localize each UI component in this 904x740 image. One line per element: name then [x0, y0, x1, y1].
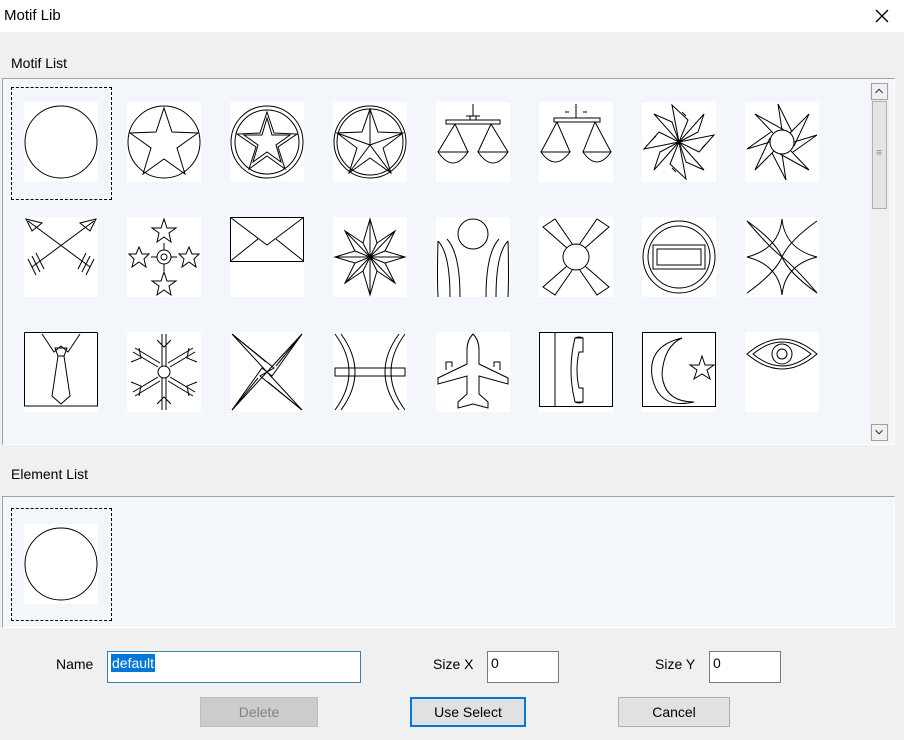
element-list-label: Element List [11, 466, 89, 482]
pinwheel-icon [642, 103, 716, 181]
envelope-icon [230, 217, 304, 262]
star-cluster-icon [127, 217, 201, 297]
name-label: Name [56, 656, 94, 672]
title-bar: Motif Lib [0, 0, 904, 32]
eye-icon [746, 338, 818, 370]
motif-list-label: Motif List [11, 55, 68, 71]
motif-item-crescent-star[interactable] [642, 332, 716, 412]
motif-item-star-in-double-circle[interactable] [230, 102, 304, 182]
motif-item-figure-arches[interactable] [436, 217, 510, 297]
motif-item-pisces[interactable] [333, 332, 407, 412]
size-x-value: 0 [491, 655, 499, 671]
figure-arches-icon [437, 218, 509, 297]
delete-button[interactable]: Delete [200, 697, 318, 727]
circle-icon [24, 527, 98, 601]
scroll-up-arrow[interactable] [871, 83, 888, 100]
chevron-down-icon [875, 429, 883, 435]
star-in-circle-icon [127, 105, 201, 179]
rounded-frame-icon [642, 220, 716, 294]
motif-item-scales-simple[interactable] [539, 102, 613, 182]
motif-item-compass-star[interactable] [333, 217, 407, 297]
motif-item-airplane[interactable] [436, 332, 510, 412]
size-y-label: Size Y [655, 656, 696, 672]
motif-item-star-cluster[interactable] [127, 217, 201, 297]
motif-item-crossed-arrows[interactable] [24, 217, 98, 297]
pisces-icon [334, 333, 406, 411]
motif-item-pinwheel-star[interactable] [230, 332, 304, 412]
name-value: default [111, 654, 156, 672]
motif-item-necktie[interactable] [24, 332, 98, 412]
motif-item-sun-kites[interactable] [539, 217, 613, 297]
window-title: Motif Lib [4, 7, 61, 24]
telephone-icon [539, 332, 613, 407]
motif-item-faceted-star-in-circle[interactable] [333, 102, 407, 182]
motif-item-scales[interactable] [436, 102, 510, 182]
motif-item-sun-star[interactable] [745, 102, 819, 182]
element-item-circle[interactable] [24, 524, 98, 604]
cancel-button[interactable]: Cancel [618, 697, 730, 727]
size-y-field[interactable]: 0 [709, 651, 781, 683]
crossed-arrows-icon [25, 218, 97, 276]
crescent-star-icon [642, 332, 716, 407]
sun-kites-icon [542, 218, 610, 296]
snowflake-icon [130, 334, 198, 410]
scales-simple-icon [540, 104, 612, 163]
motif-item-rounded-frame[interactable] [642, 217, 716, 297]
motif-item-star-in-circle[interactable] [127, 102, 201, 182]
compass-star-icon [333, 217, 407, 297]
motif-item-envelope[interactable] [230, 217, 304, 297]
pinwheel-star-icon [231, 333, 303, 411]
circle-icon [24, 105, 98, 179]
scroll-thumb[interactable] [872, 101, 887, 209]
name-field[interactable]: default [107, 651, 361, 683]
motif-item-four-point-cross[interactable] [745, 217, 819, 297]
motif-item-snowflake[interactable] [127, 332, 201, 412]
use-select-button[interactable]: Use Select [410, 697, 526, 727]
element-list-panel [2, 496, 895, 628]
motif-item-pinwheel[interactable] [642, 102, 716, 182]
motif-item-eye[interactable] [745, 332, 819, 412]
motif-item-telephone[interactable] [539, 332, 613, 412]
star-in-double-circle-icon [230, 105, 304, 179]
close-icon[interactable] [870, 4, 894, 28]
airplane-icon [437, 333, 509, 409]
motif-list-scrollbar[interactable] [870, 83, 889, 442]
four-point-cross-icon [746, 218, 818, 296]
scroll-down-arrow[interactable] [871, 424, 888, 441]
size-y-value: 0 [713, 655, 721, 671]
chevron-up-icon [875, 88, 883, 94]
motif-item-circle[interactable] [24, 102, 98, 182]
size-x-field[interactable]: 0 [487, 651, 559, 683]
faceted-star-in-circle-icon [333, 105, 407, 179]
sun-star-icon [746, 103, 818, 181]
grip-icon [876, 150, 882, 155]
necktie-icon [24, 332, 98, 407]
scales-icon [437, 104, 509, 164]
size-x-label: Size X [433, 656, 474, 672]
